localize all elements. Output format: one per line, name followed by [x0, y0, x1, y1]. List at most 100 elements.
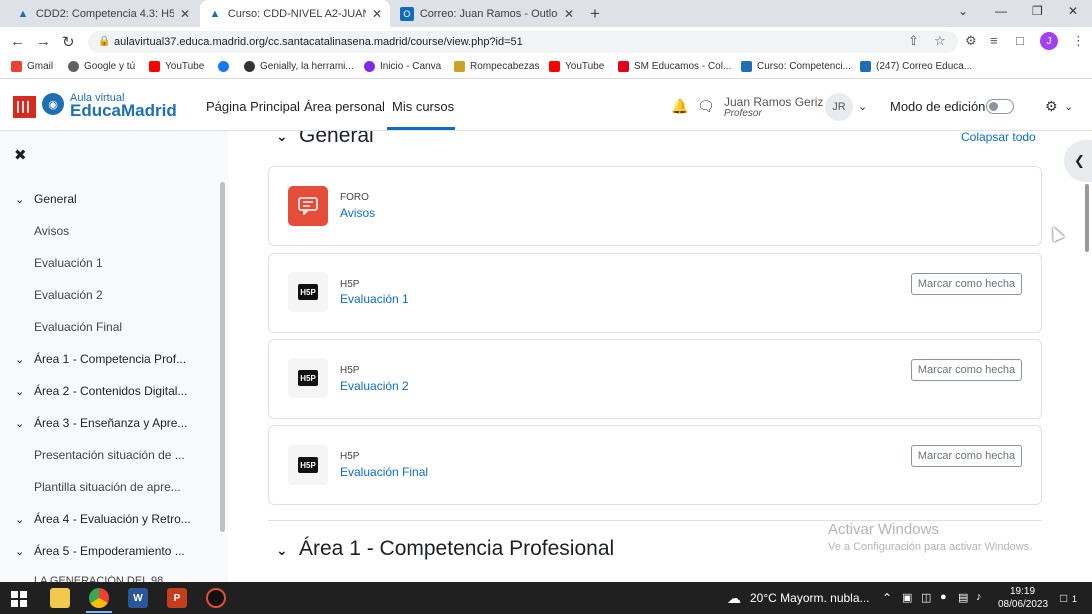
collapse-all-link[interactable]: Colapsar todo [961, 130, 1036, 144]
powerpoint-icon[interactable]: P [167, 588, 187, 608]
mark-done-button[interactable]: Marcar como hecha [911, 445, 1022, 467]
bookmark-correo[interactable]: (247) Correo Educa... [860, 61, 972, 72]
sidebar-item-evaluacion-final[interactable]: Evaluación Final [34, 320, 122, 334]
volume-icon[interactable]: ♪ [976, 591, 982, 603]
chevron-down-icon[interactable]: ⌄ [15, 193, 24, 206]
chevron-down-icon[interactable]: ⌄ [15, 385, 24, 398]
windows-start-icon[interactable] [11, 591, 27, 607]
nav-mis-cursos[interactable]: Mis cursos [392, 99, 454, 114]
sidebar-section-area-3[interactable]: Área 3 - Enseñanza y Apre... [34, 416, 187, 430]
browser-tab-cdd2[interactable]: ▲ CDD2: Competencia 4.3: H5P arr ✕ [8, 0, 198, 27]
chevron-down-icon[interactable]: ⌄ [15, 513, 24, 526]
microphone-icon[interactable]: ● [940, 591, 947, 603]
user-avatar[interactable]: JR [825, 93, 853, 121]
chevron-down-icon[interactable]: ⌄ [15, 417, 24, 430]
obs-icon[interactable] [206, 588, 226, 608]
chevron-down-icon[interactable]: ⌄ [276, 128, 288, 145]
tab-search-icon[interactable]: ⌄ [958, 4, 968, 18]
browser-tab-curso[interactable]: ▲ Curso: CDD-NIVEL A2-JUAN RAM ✕ [200, 0, 390, 27]
network-icon[interactable]: ▤ [958, 591, 968, 604]
activity-link-avisos[interactable]: Avisos [340, 206, 375, 220]
notifications-center-icon[interactable]: □ [1060, 591, 1067, 605]
minimize-icon[interactable]: — [995, 4, 1007, 18]
mark-done-button[interactable]: Marcar como hecha [911, 273, 1022, 295]
close-window-icon[interactable]: ✕ [1068, 4, 1078, 18]
comunidad-madrid-logo[interactable] [13, 96, 36, 118]
file-explorer-icon[interactable] [50, 588, 70, 608]
browser-tab-outlook[interactable]: O Correo: Juan Ramos - Outlook ✕ [392, 0, 582, 27]
menu-dots-icon[interactable]: ⋮ [1072, 33, 1085, 49]
settings-gear-icon[interactable]: ⚙ [1045, 98, 1058, 115]
forum-glyph-icon [298, 197, 318, 215]
share-icon[interactable]: ⇧ [908, 33, 919, 49]
bookmark-youtube[interactable]: YouTube [149, 61, 204, 72]
bookmark-genially[interactable]: Genially, la herrami... [244, 61, 354, 72]
close-icon[interactable]: ✕ [564, 7, 574, 21]
sidebar-section-area-4[interactable]: Área 4 - Evaluación y Retro... [34, 512, 191, 526]
messages-icon[interactable]: 🗨 [697, 98, 715, 115]
sidebar-item-plantilla[interactable]: Plantilla situación de apre... [34, 480, 181, 494]
bookmark-sm-educamos[interactable]: SM Educamos - Col... [618, 61, 731, 72]
bookmark-youtube-2[interactable]: YouTube [549, 61, 604, 72]
mark-done-button[interactable]: Marcar como hecha [911, 359, 1022, 381]
activity-link-evaluacion-1[interactable]: Evaluación 1 [340, 292, 409, 306]
bookmark-facebook[interactable] [218, 61, 234, 72]
user-name[interactable]: Juan Ramos Geriz [724, 95, 823, 109]
close-icon[interactable]: ✕ [372, 7, 382, 21]
sidebar-section-general[interactable]: General [34, 192, 77, 206]
tray-usb-icon[interactable]: ◫ [921, 591, 931, 604]
word-icon[interactable]: W [128, 588, 148, 608]
sidebar-item-evaluacion-1[interactable]: Evaluación 1 [34, 256, 103, 270]
url-bar[interactable]: aulavirtual37.educa.madrid.org/cc.santac… [88, 31, 958, 53]
notification-count: 1 [1072, 594, 1078, 604]
sidebar-section-area-5[interactable]: Área 5 - Empoderamiento ... [34, 544, 185, 558]
forward-icon[interactable]: → [36, 33, 51, 50]
tray-expand-icon[interactable]: ⌃ [882, 591, 892, 605]
sidebar-section-area-1[interactable]: Área 1 - Competencia Prof... [34, 352, 186, 366]
h5p-icon: H5P [288, 272, 328, 312]
restore-icon[interactable]: ❐ [1032, 4, 1043, 18]
chevron-down-icon[interactable]: ⌄ [15, 545, 24, 558]
close-drawer-icon[interactable]: ✖ [14, 146, 27, 164]
clock-date[interactable]: 08/06/2023 [998, 599, 1048, 610]
profile-avatar[interactable]: J [1040, 32, 1058, 50]
nav-pagina-principal[interactable]: Página Principal [206, 99, 300, 114]
activity-link-evaluacion-2[interactable]: Evaluación 2 [340, 379, 409, 393]
bookmark-star-icon[interactable]: ☆ [934, 33, 946, 49]
close-icon[interactable]: ✕ [180, 7, 190, 21]
bookmark-rompecabezas[interactable]: Rompecabezas [454, 61, 539, 72]
chrome-icon[interactable] [89, 588, 109, 608]
bookmark-gmail[interactable]: Gmail [11, 61, 53, 72]
activity-link-evaluacion-final[interactable]: Evaluación Final [340, 465, 428, 479]
nav-area-personal[interactable]: Área personal [304, 99, 385, 114]
bookmark-google[interactable]: Google y tú [68, 61, 135, 72]
sidebar-item-avisos[interactable]: Avisos [34, 224, 69, 238]
chevron-down-icon[interactable]: ⌄ [1064, 100, 1073, 113]
back-icon[interactable]: ← [10, 33, 25, 50]
reload-icon[interactable]: ↻ [62, 33, 75, 51]
sidebar-item-evaluacion-2[interactable]: Evaluación 2 [34, 288, 103, 302]
chevron-down-icon[interactable]: ⌄ [858, 100, 867, 113]
weather-cloud-icon[interactable]: ☁ [727, 590, 741, 607]
side-panel-icon[interactable]: □ [1016, 33, 1024, 48]
lock-icon[interactable]: 🔒 [98, 36, 110, 47]
weather-text[interactable]: 20°C Mayorm. nubla... [750, 591, 870, 605]
sidebar-scrollbar[interactable] [220, 182, 225, 532]
reading-list-icon[interactable]: ≡ [990, 33, 998, 48]
sidebar-item-presentacion[interactable]: Presentación situación de ... [34, 448, 185, 462]
tray-device-icon[interactable]: ▣ [902, 591, 912, 604]
chevron-down-icon[interactable]: ⌄ [15, 353, 24, 366]
sidebar-section-area-2[interactable]: Área 2 - Contenidos Digital... [34, 384, 187, 398]
bookmark-canva[interactable]: Inicio - Canva [364, 61, 441, 72]
edit-mode-toggle[interactable] [986, 99, 1014, 114]
bookmark-curso[interactable]: Curso: Competenci... [741, 61, 851, 72]
chevron-down-icon[interactable]: ⌄ [276, 542, 288, 559]
moodle-favicon-icon: ▲ [17, 7, 29, 20]
clock-time[interactable]: 19:19 [1010, 586, 1035, 597]
logo-title[interactable]: EducaMadrid [70, 101, 177, 121]
new-tab-button[interactable]: + [590, 4, 600, 24]
extensions-icon[interactable]: ⚙ [965, 33, 977, 49]
main-scrollbar[interactable] [1085, 184, 1089, 252]
educamadrid-logo-icon[interactable]: ◉ [42, 93, 64, 115]
notifications-bell-icon[interactable]: 🔔 [671, 98, 688, 115]
